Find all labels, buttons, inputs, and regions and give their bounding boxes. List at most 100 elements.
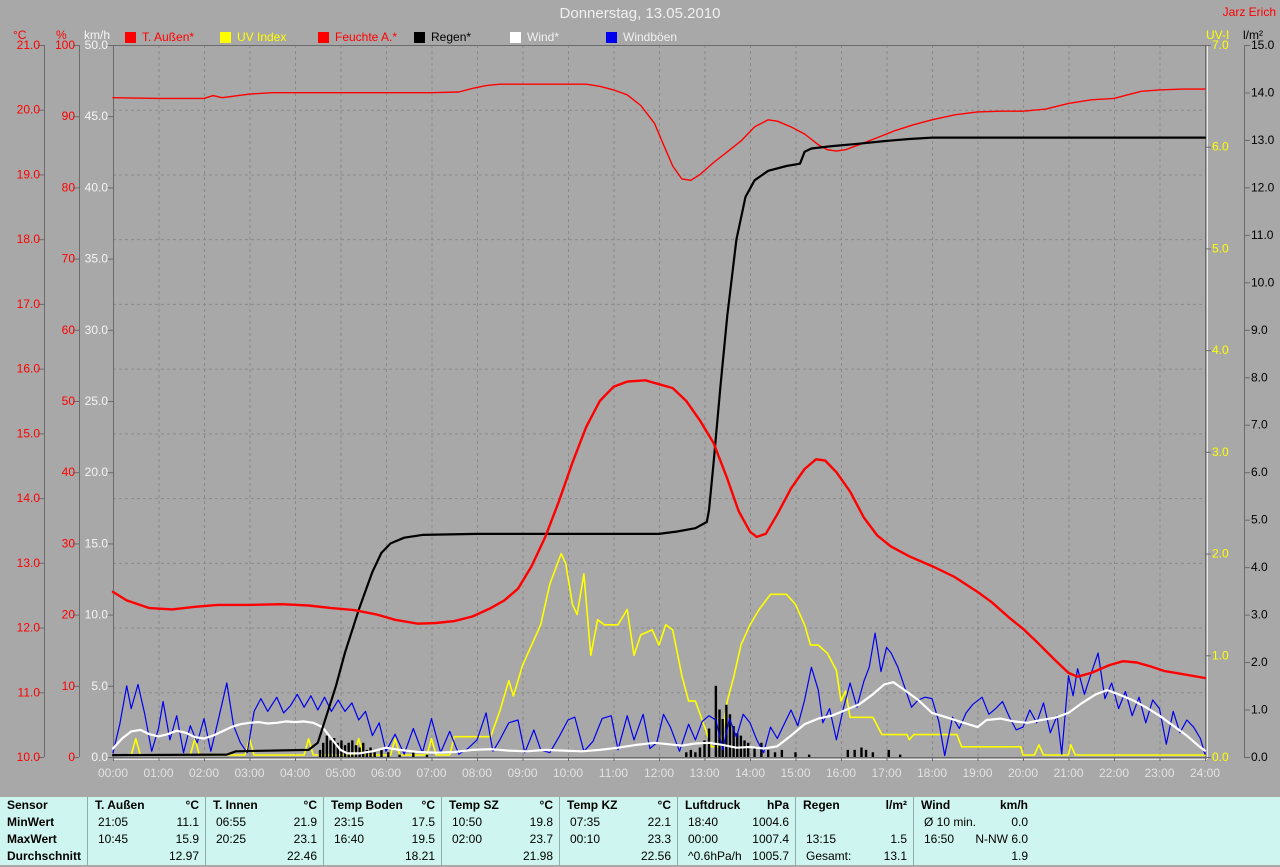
table-value-time: 23:15 [334,815,365,829]
table-row-label: MinWert [7,815,55,829]
table-value-time: Gesamt: [806,849,852,863]
x-tick-label: 13:00 [689,766,719,780]
table-row: 21.98 [442,848,559,865]
legend-item-label: Regen* [431,30,472,44]
table-value [907,814,913,831]
table-value: 1.9 [1011,849,1028,863]
x-tick-label: 23:00 [1144,766,1174,780]
axis-tick-label: 80 [62,180,76,194]
table-row: 22.56 [560,848,677,865]
x-tick-label: 07:00 [416,766,446,780]
table-row: 02:00 23.7 [442,831,559,848]
table-row: MinWert [0,814,87,831]
axis-tick-label: 7.0 [1251,418,1268,432]
table-group-name: Regen [803,798,840,812]
table-value-time: ^0.6hPa/h [688,849,742,863]
x-tick-label: 24:00 [1190,766,1220,780]
table-value: 22.56 [640,849,671,863]
table-value-time: 16:50 [924,832,955,846]
table-column: Temp Boden °C 23:15 17.5 16:40 19.5 18.21 [324,797,442,865]
table-row: 18:40 1004.6 [678,814,795,831]
legend-item-label: UV Index [237,30,287,44]
x-tick-label: 00:00 [98,766,128,780]
series-regen-summe [111,136,1207,757]
axis-tick-label: 0 [68,750,75,764]
table-column: Luftdruck hPa 18:40 1004.6 00:00 1007.4 ^0.6hP… [678,797,796,865]
table-column: Wind km/h Ø 10 min. 0.0 16:50 N-NW 6.0 1.9 [914,797,1034,865]
table-value: 23.1 [293,832,317,846]
table-column: Regen l/m² 13:15 1.5 Gesamt: 13.1 [796,797,914,865]
axis-percent: 1009080706050403020100 [55,38,80,764]
table-value: 18.21 [404,849,435,863]
axis-kmh: 50.045.040.035.030.025.020.015.010.05.00… [85,38,113,764]
table-value-time: 07:35 [570,815,601,829]
table-group-name: Temp KZ [567,798,618,812]
table-row-label: MaxWert [7,832,57,846]
table-value-time [560,848,570,865]
axis-temp_c: 21.020.019.018.017.016.015.014.013.012.0… [17,38,45,764]
x-tick-label: 05:00 [325,766,355,780]
axis-tick-label: 0.0 [1251,750,1268,764]
x-tick-label: 15:00 [780,766,810,780]
table-value: 1.5 [890,832,907,846]
table-group-name: Wind [921,798,951,812]
x-tick-label: 06:00 [371,766,401,780]
table-value: 1005.7 [752,849,789,863]
x-tick-label: 10:00 [553,766,583,780]
table-row: Temp SZ °C [442,797,559,814]
axis-tick-label: 60 [62,323,76,337]
axis-tick-label: 10 [62,679,76,693]
table-group-unit: l/m² [885,798,907,812]
table-value-time: 00:10 [570,832,601,846]
table-value-time: 16:40 [334,832,365,846]
table-group-unit: °C [421,798,435,812]
axis-tick-label: 5.0 [1212,241,1229,255]
table-row: 12.97 [88,848,205,865]
legend-item-0: T. Außen* [125,30,194,44]
axis-tick-label: 18.0 [17,232,41,246]
table-value: 12.97 [168,849,199,863]
legend-item-1: UV Index [220,30,286,44]
x-tick-label: 22:00 [1099,766,1129,780]
table-row: 06:55 21.9 [206,814,323,831]
table-column: T. Außen °C 21:05 11.1 10:45 15.9 12.97 [88,797,206,865]
axis-tick-label: 6.0 [1251,465,1268,479]
table-row: T. Außen °C [88,797,205,814]
table-value: 1004.6 [752,815,789,829]
table-row-label: Sensor [7,798,48,812]
table-value: 11.1 [176,815,199,829]
table-row: Ø 10 min. 0.0 [914,814,1034,831]
table-value: N-NW 6.0 [975,832,1028,846]
table-row: T. Innen °C [206,797,323,814]
table-value-time [796,814,806,831]
table-column: Temp SZ °C 10:50 19.8 02:00 23.7 21.98 [442,797,560,865]
x-tick-label: 02:00 [189,766,219,780]
axis-tick-label: 11.0 [18,685,41,699]
table-group-unit: °C [303,798,317,812]
table-value-time: 10:50 [452,815,483,829]
axis-tick-label: 15.0 [17,426,41,440]
axis-tick-label: 9.0 [1251,323,1268,337]
table-row: Temp KZ °C [560,797,677,814]
x-tick-label: 09:00 [507,766,537,780]
axis-tick-label: 1.0 [1251,703,1268,717]
table-row: Sensor [0,797,87,814]
table-row: Regen l/m² [796,797,913,814]
table-value: 22.46 [286,849,317,863]
axis-tick-label: 6.0 [1212,140,1229,154]
table-row: Luftdruck hPa [678,797,795,814]
table-value: 22.1 [647,815,671,829]
table-value-time: 02:00 [452,832,483,846]
axis-tick-label: 13.0 [1251,133,1275,147]
table-row: Temp Boden °C [324,797,441,814]
table-value-time [442,848,452,865]
table-value-time: 20:25 [216,832,247,846]
table-value-time: 06:55 [216,815,247,829]
axis-tick-label: 40.0 [85,180,109,194]
table-value: 15.9 [175,832,199,846]
axis-tick-label: 5.0 [1251,513,1268,527]
table-row: 00:00 1007.4 [678,831,795,848]
legend-swatch-icon [606,31,617,43]
table-group-unit: °C [185,798,199,812]
axis-tick-label: 0.0 [1212,750,1229,764]
